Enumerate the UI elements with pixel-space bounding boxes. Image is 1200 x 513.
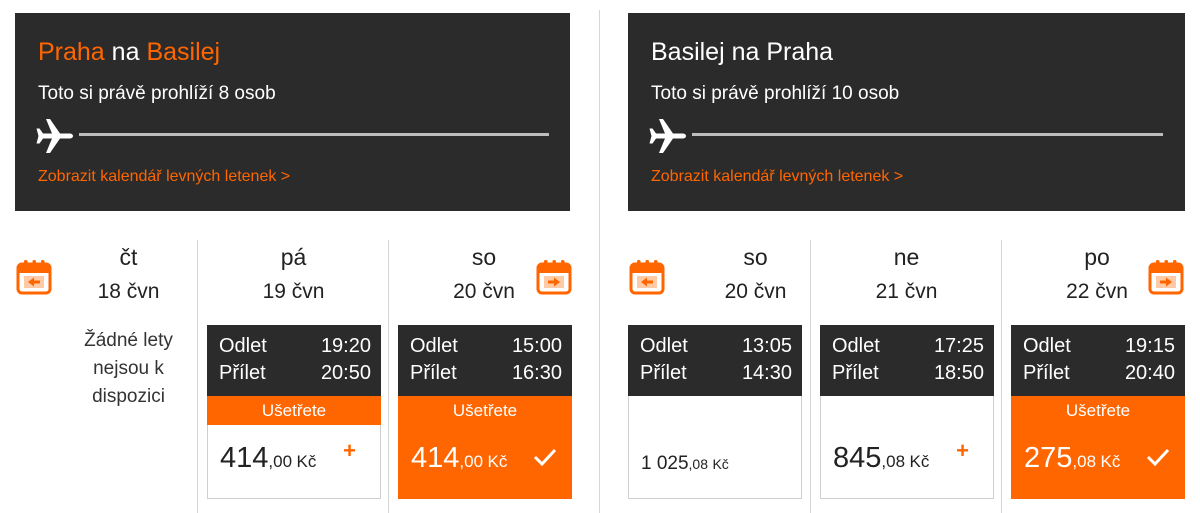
origin-city: Basilej xyxy=(651,38,725,66)
panel-divider xyxy=(599,10,600,513)
flight-times: Odlet 13:05 Přílet 14:30 xyxy=(628,325,802,396)
day-date: 19 čvn xyxy=(262,280,325,303)
arrive-time: 16:30 xyxy=(511,362,562,384)
inbound-route-title: Basilej na Praha xyxy=(651,38,833,67)
price: 1 025,08 Kč xyxy=(641,453,729,474)
depart-time: 19:15 xyxy=(1124,335,1175,357)
arrive-time: 20:40 xyxy=(1124,362,1175,384)
price: 414,00 Kč xyxy=(411,442,508,474)
day-name: pá xyxy=(280,244,307,270)
arrive-time: 20:50 xyxy=(320,362,371,384)
flight-times: Odlet 19:20 Přílet 20:50 xyxy=(207,325,381,396)
depart-label: Odlet xyxy=(1023,335,1071,357)
destination-city: Basilej xyxy=(146,38,221,66)
flight-progress-line xyxy=(79,133,549,136)
calendar-next-icon[interactable] xyxy=(1147,258,1185,296)
arrive-label: Přílet xyxy=(1023,362,1070,384)
flight-times: Odlet 19:15 Přílet 20:40 xyxy=(1011,325,1185,396)
flight-times: Odlet 17:25 Přílet 18:50 xyxy=(820,325,994,396)
save-badge: Ušetřete xyxy=(398,396,572,425)
depart-label: Odlet xyxy=(832,335,880,357)
origin-city: Praha xyxy=(38,38,105,66)
arrive-label: Přílet xyxy=(219,362,266,384)
flight-progress-line xyxy=(692,133,1163,136)
no-flights-message: Žádné lety nejsou k dispozici xyxy=(84,330,173,407)
day-name: so xyxy=(743,244,768,270)
airplane-icon xyxy=(649,119,686,153)
flight-times: Odlet 15:00 Přílet 16:30 xyxy=(398,325,572,396)
destination-city: Praha xyxy=(766,38,834,66)
depart-label: Odlet xyxy=(640,335,688,357)
cheap-calendar-link[interactable]: Zobrazit kalendář levných letenek > xyxy=(38,168,290,186)
flight-card[interactable]: Odlet 19:20 Přílet 20:50 414,00 Kč + Ušetř… xyxy=(207,325,381,499)
save-badge: Ušetřete xyxy=(1011,396,1185,425)
save-badge: Ušetřete xyxy=(207,396,381,425)
cheap-calendar-link[interactable]: Zobrazit kalendář levných letenek > xyxy=(651,168,903,186)
day-column-sun: ne 21 čvn Odlet 17:25 Přílet 18:50 845,08 … xyxy=(810,240,1002,513)
price-box: 1 025,08 Kč xyxy=(628,396,802,499)
calendar-prev-icon[interactable] xyxy=(15,258,53,296)
day-date: 20 čvn xyxy=(724,280,787,303)
price: 275,08 Kč xyxy=(1024,442,1121,474)
checkmark-icon xyxy=(533,448,557,466)
depart-time: 15:00 xyxy=(511,335,562,357)
add-icon[interactable]: + xyxy=(343,438,356,464)
route-connector: na xyxy=(731,38,760,66)
flight-card[interactable]: Odlet 13:05 Přílet 14:30 1 025,08 Kč xyxy=(628,325,802,499)
price: 414,00 Kč xyxy=(220,442,317,474)
outbound-header: Praha na Basilej Toto si právě prohlíží … xyxy=(15,13,570,211)
day-name: ne xyxy=(893,244,920,270)
day-column-sat: so 20 čvn Odlet 13:05 Přílet 14:30 1 025,0… xyxy=(628,240,823,513)
day-column-thu: čt 18 čvn Žádné lety nejsou k dispozici xyxy=(60,240,197,513)
depart-label: Odlet xyxy=(410,335,458,357)
arrive-label: Přílet xyxy=(410,362,457,384)
price-box: 845,08 Kč + xyxy=(820,396,994,499)
price: 845,08 Kč xyxy=(833,442,930,474)
checkmark-icon xyxy=(1146,448,1170,466)
flight-card-selected[interactable]: Odlet 15:00 Přílet 16:30 414,00 Kč Ušetřet… xyxy=(398,325,572,499)
add-icon[interactable]: + xyxy=(956,438,969,464)
arrive-time: 14:30 xyxy=(741,362,792,384)
inbound-header: Basilej na Praha Toto si právě prohlíží … xyxy=(628,13,1185,211)
depart-time: 13:05 xyxy=(741,335,792,357)
flight-card[interactable]: Odlet 17:25 Přílet 18:50 845,08 Kč + xyxy=(820,325,994,499)
calendar-next-icon[interactable] xyxy=(535,258,573,296)
flight-card-selected[interactable]: Odlet 19:15 Přílet 20:40 275,08 Kč Ušetřet… xyxy=(1011,325,1185,499)
depart-time: 17:25 xyxy=(933,335,984,357)
arrive-label: Přílet xyxy=(640,362,687,384)
viewers-count: Toto si právě prohlíží 10 osob xyxy=(651,83,900,104)
arrive-label: Přílet xyxy=(832,362,879,384)
depart-time: 19:20 xyxy=(320,335,371,357)
day-column-fri: pá 19 čvn Odlet 19:20 Přílet 20:50 414,00 … xyxy=(197,240,389,513)
inbound-panel: Basilej na Praha Toto si právě prohlíží … xyxy=(613,0,1200,513)
arrive-time: 18:50 xyxy=(933,362,984,384)
airplane-icon xyxy=(36,119,73,153)
day-date: 21 čvn xyxy=(875,280,938,303)
day-name: čt xyxy=(119,244,138,270)
day-date: 18 čvn xyxy=(97,280,160,303)
depart-label: Odlet xyxy=(219,335,267,357)
outbound-route-title: Praha na Basilej xyxy=(38,38,220,67)
viewers-count: Toto si právě prohlíží 8 osob xyxy=(38,83,276,104)
route-connector: na xyxy=(111,38,140,66)
outbound-panel: Praha na Basilej Toto si právě prohlíží … xyxy=(0,0,590,513)
